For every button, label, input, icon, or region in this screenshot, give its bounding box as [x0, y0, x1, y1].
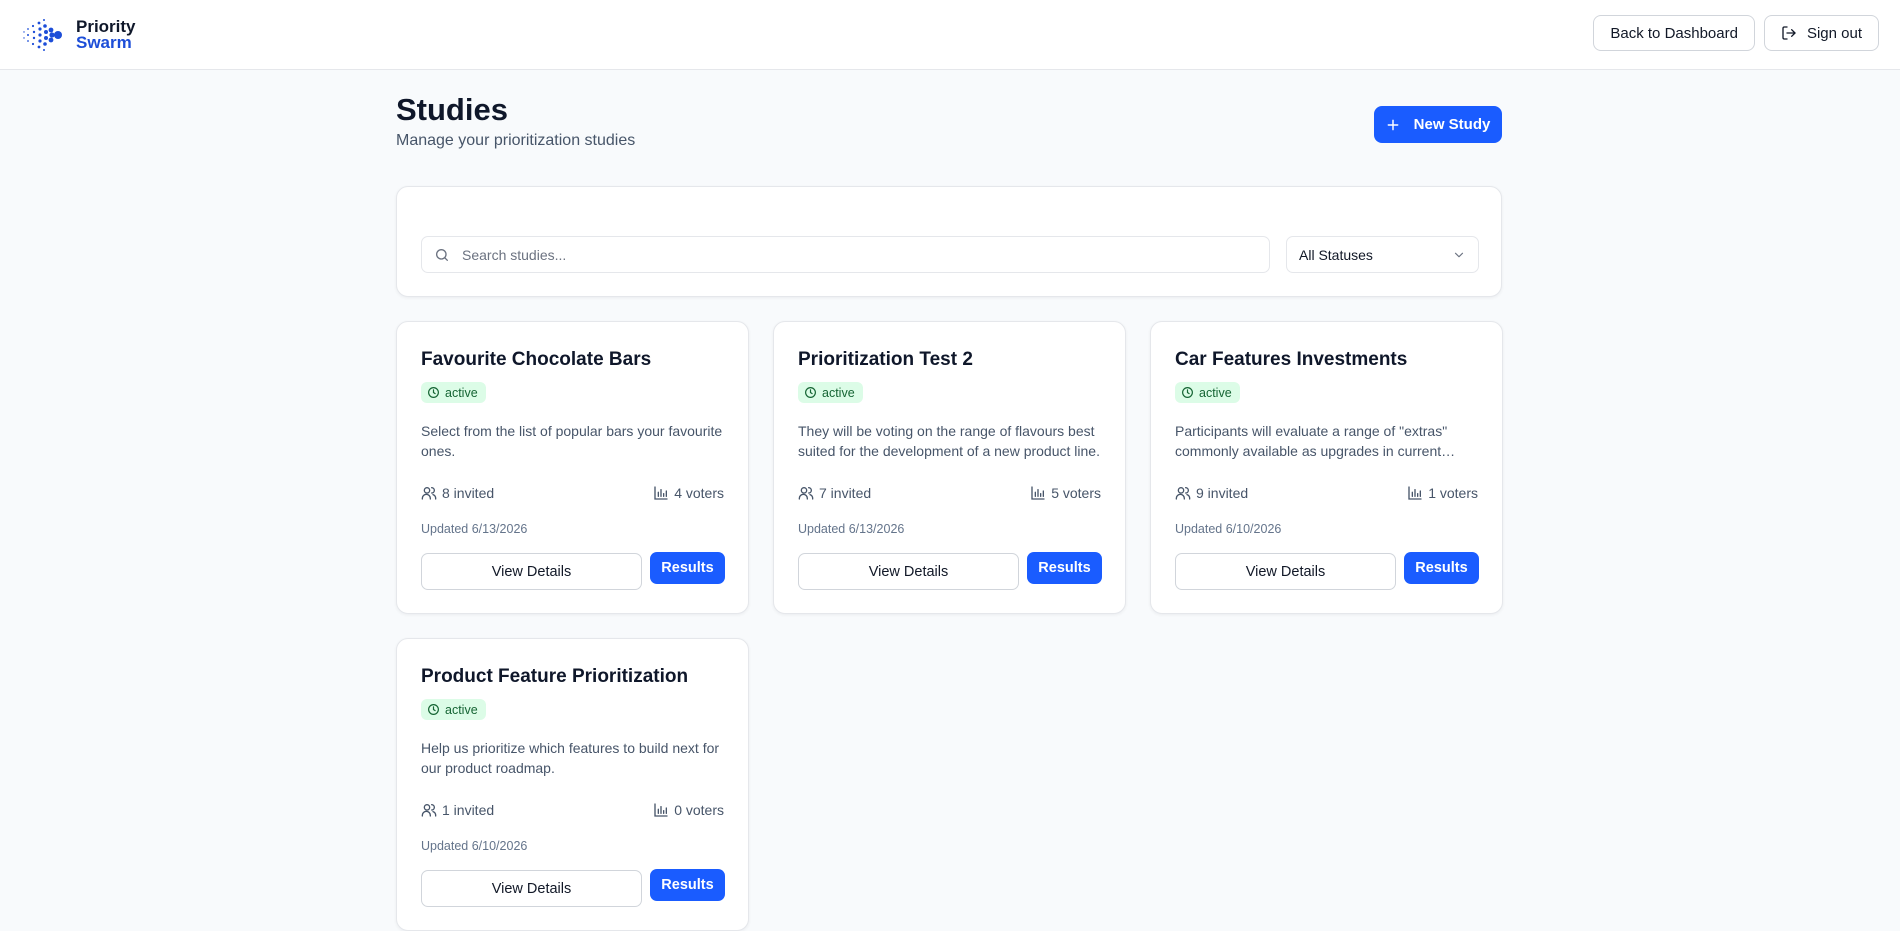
results-button[interactable]: Results	[1404, 552, 1479, 584]
voters-count: 4 voters	[653, 485, 724, 501]
filter-card: All Statuses	[396, 186, 1502, 297]
status-label: active	[445, 702, 478, 717]
results-button[interactable]: Results	[650, 869, 725, 901]
status-filter-select[interactable]: All Statuses	[1286, 236, 1479, 273]
bar-chart-icon	[654, 486, 668, 500]
logo[interactable]: Priority Swarm	[22, 16, 136, 54]
top-bar: Priority Swarm Back to Dashboard Sign ou…	[0, 0, 1900, 70]
clock-icon	[1182, 387, 1193, 398]
updated-date: Updated 6/10/2026	[421, 839, 528, 853]
invited-label: 8 invited	[442, 485, 495, 501]
study-title: Product Feature Prioritization	[421, 666, 689, 687]
logo-line-2: Swarm	[76, 33, 132, 52]
search-icon	[436, 249, 448, 261]
top-actions: Back to Dashboard Sign out	[1593, 15, 1879, 51]
plus-icon	[1387, 119, 1399, 130]
clock-icon	[428, 704, 439, 715]
results-button[interactable]: Results	[1027, 552, 1102, 584]
status-label: active	[445, 385, 478, 400]
view-details-button[interactable]: View Details	[1175, 553, 1396, 590]
invited-count: 7 invited	[798, 485, 871, 501]
status-badge: active	[798, 382, 863, 403]
voters-label: 5 voters	[1051, 485, 1101, 501]
users-icon	[798, 487, 814, 500]
voters-count: 1 voters	[1407, 485, 1478, 501]
study-description: Help us prioritize which features to bui…	[421, 740, 720, 776]
new-study-button[interactable]: New Study	[1374, 106, 1502, 143]
search-input[interactable]	[462, 237, 1262, 272]
study-card: Favourite Chocolate Bars active Select f…	[396, 321, 749, 614]
voters-label: 0 voters	[674, 802, 724, 818]
swarm-logo-icon	[23, 19, 62, 51]
invited-label: 7 invited	[819, 485, 872, 501]
view-details-button[interactable]: View Details	[798, 553, 1019, 590]
invited-count: 9 invited	[1175, 485, 1248, 501]
page-subtitle: Manage your prioritization studies	[396, 132, 636, 149]
updated-date: Updated 6/13/2026	[421, 522, 528, 536]
study-title: Prioritization Test 2	[798, 349, 973, 370]
voters-label: 4 voters	[674, 485, 724, 501]
study-card: Product Feature Prioritization active He…	[396, 638, 749, 931]
updated-date: Updated 6/10/2026	[1175, 522, 1282, 536]
study-card: Prioritization Test 2 active They will b…	[773, 321, 1126, 614]
status-label: active	[822, 385, 855, 400]
invited-count: 8 invited	[421, 485, 494, 501]
voters-count: 0 voters	[653, 802, 724, 818]
status-label: active	[1199, 385, 1232, 400]
invited-count: 1 invited	[421, 802, 494, 818]
study-card: Car Features Investments active Particip…	[1150, 321, 1503, 614]
bar-chart-icon	[1408, 486, 1422, 500]
status-badge: active	[1175, 382, 1240, 403]
page-title: Studies	[396, 92, 508, 127]
study-description: They will be voting on the range of flav…	[798, 423, 1100, 459]
clock-icon	[428, 387, 439, 398]
users-icon	[421, 487, 437, 500]
voters-label: 1 voters	[1428, 485, 1478, 501]
view-details-button[interactable]: View Details	[421, 553, 642, 590]
sign-out-button[interactable]: Sign out	[1763, 15, 1879, 51]
logo-text: Priority Swarm	[76, 18, 136, 52]
users-icon	[1175, 487, 1191, 500]
study-description: Select from the list of popular bars you…	[421, 423, 723, 459]
clock-icon	[805, 387, 816, 398]
voters-count: 5 voters	[1030, 485, 1101, 501]
status-filter-value: All Statuses	[1299, 246, 1373, 263]
new-study-label: New Study	[1413, 116, 1491, 133]
sign-out-label: Sign out	[1806, 24, 1862, 42]
users-icon	[421, 804, 437, 817]
bar-chart-icon	[654, 803, 668, 817]
back-to-dashboard-button[interactable]: Back to Dashboard	[1593, 15, 1755, 51]
study-title: Favourite Chocolate Bars	[421, 349, 652, 370]
bar-chart-icon	[1031, 486, 1045, 500]
study-description: Participants will evaluate a range of "e…	[1175, 423, 1448, 459]
invited-label: 1 invited	[442, 802, 495, 818]
results-button[interactable]: Results	[650, 552, 725, 584]
chevron-down-icon	[1454, 252, 1464, 257]
updated-date: Updated 6/13/2026	[798, 522, 905, 536]
sign-out-icon	[1782, 26, 1796, 40]
view-details-button[interactable]: View Details	[421, 870, 642, 907]
status-badge: active	[421, 699, 486, 720]
search-box	[421, 236, 1270, 273]
study-title: Car Features Investments	[1175, 349, 1408, 370]
status-badge: active	[421, 382, 486, 403]
invited-label: 9 invited	[1196, 485, 1249, 501]
